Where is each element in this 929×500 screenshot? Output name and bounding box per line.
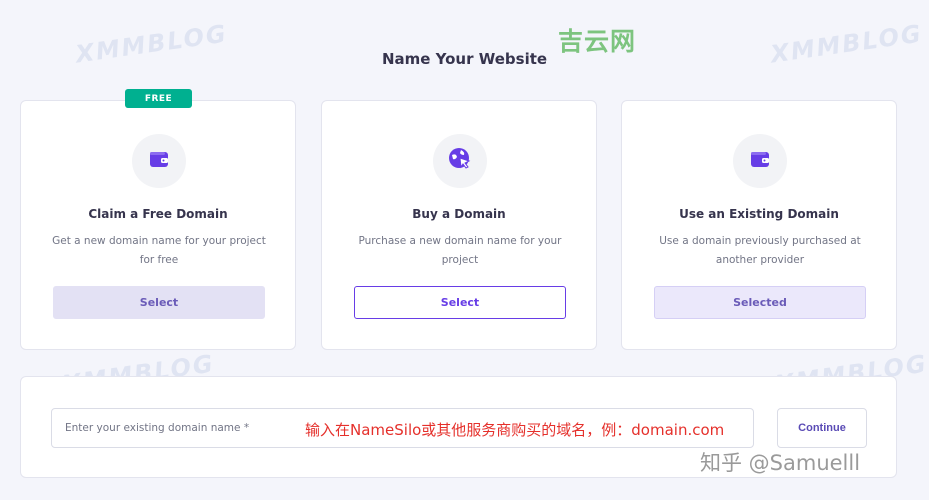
globe-cursor-icon	[447, 146, 473, 176]
existing-domain-input[interactable]	[52, 409, 292, 447]
page-title: Name Your Website	[381, 50, 548, 68]
existing-domain-selected-button[interactable]: Selected	[654, 286, 866, 319]
card-title: Use an Existing Domain	[679, 207, 839, 221]
card-icon-wrap	[733, 134, 787, 188]
card-description: Purchase a new domain name for your proj…	[358, 235, 562, 266]
annotation-note: 输入在NameSilo或其他服务商购买的域名，例：domain.com	[305, 421, 725, 439]
domain-input-wrapper: 输入在NameSilo或其他服务商购买的域名，例：domain.com	[51, 408, 754, 448]
free-badge: FREE	[125, 89, 192, 108]
domain-option-card-free: Claim a Free Domain Get a new domain nam…	[20, 100, 296, 350]
domain-option-card-existing: Use an Existing Domain Use a domain prev…	[621, 100, 897, 350]
card-title: Claim a Free Domain	[88, 207, 228, 221]
card-description: Get a new domain name for your project f…	[52, 235, 266, 266]
credit-watermark: 知乎 @Samuelll	[700, 451, 861, 475]
domain-option-card-buy: Buy a Domain Purchase a new domain name …	[321, 100, 597, 350]
claim-free-domain-select-button[interactable]: Select	[53, 286, 265, 319]
wallet-icon	[148, 148, 170, 174]
card-icon-wrap	[433, 134, 487, 188]
card-title: Buy a Domain	[412, 207, 506, 221]
buy-domain-select-button[interactable]: Select	[354, 286, 566, 319]
continue-button[interactable]: Continue	[777, 408, 867, 448]
card-description: Use a domain previously purchased at ano…	[659, 235, 861, 266]
wallet-icon	[749, 148, 771, 174]
card-icon-wrap	[132, 134, 186, 188]
